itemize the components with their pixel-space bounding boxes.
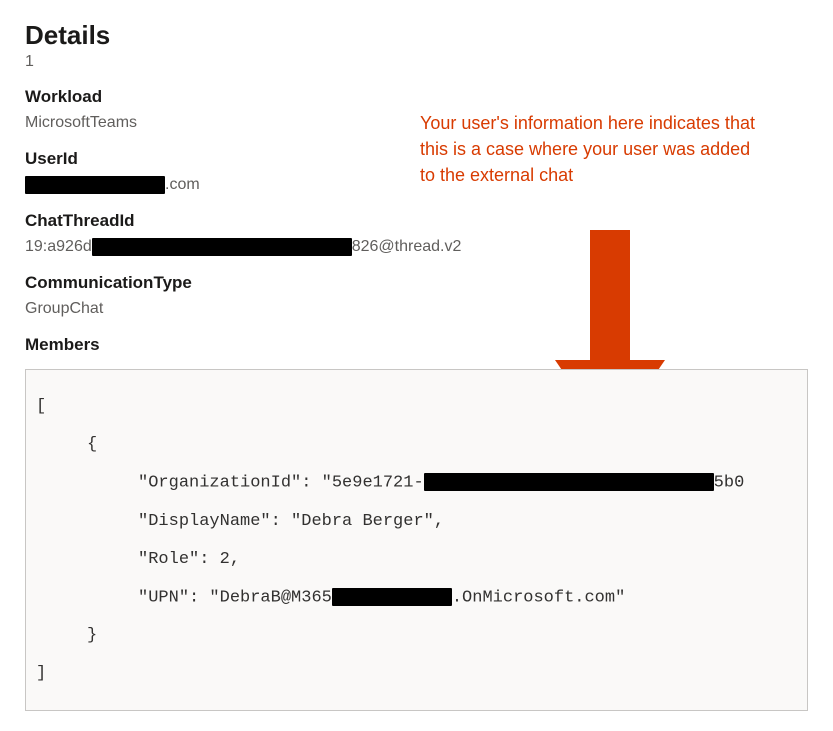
field-label: Members bbox=[25, 335, 808, 355]
redaction-block bbox=[424, 473, 714, 491]
field-label: CommunicationType bbox=[25, 273, 808, 293]
redaction-block bbox=[25, 176, 165, 194]
details-count: 1 bbox=[25, 53, 808, 71]
code-line: "OrganizationId": "5e9e1721-5b0 bbox=[36, 473, 797, 492]
members-json-panel: [ { "OrganizationId": "5e9e1721-5b0 "Dis… bbox=[25, 369, 808, 711]
redaction-block bbox=[92, 238, 352, 256]
code-line: "Role": 2, bbox=[36, 550, 797, 569]
field-communicationtype: CommunicationType GroupChat bbox=[25, 273, 808, 321]
code-line: [ bbox=[36, 397, 797, 416]
field-value: GroupChat bbox=[25, 297, 808, 321]
value-suffix: .com bbox=[165, 173, 200, 197]
code-line: "UPN": "DebraB@M365.OnMicrosoft.com" bbox=[36, 588, 797, 607]
field-label: ChatThreadId bbox=[25, 211, 808, 231]
value-suffix: 826@thread.v2 bbox=[352, 235, 462, 259]
field-members: Members bbox=[25, 335, 808, 355]
annotation-callout: Your user's information here indicates t… bbox=[420, 110, 760, 188]
field-chatthreadid: ChatThreadId 19:a926d 826@thread.v2 bbox=[25, 211, 808, 259]
redaction-block bbox=[332, 588, 452, 606]
field-label: Workload bbox=[25, 87, 808, 107]
details-heading: Details bbox=[25, 20, 808, 51]
code-line: { bbox=[36, 435, 797, 454]
field-value: 19:a926d 826@thread.v2 bbox=[25, 235, 808, 259]
value-prefix: 19:a926d bbox=[25, 235, 92, 259]
code-line: } bbox=[36, 626, 797, 645]
code-line: ] bbox=[36, 664, 797, 683]
code-line: "DisplayName": "Debra Berger", bbox=[36, 512, 797, 531]
